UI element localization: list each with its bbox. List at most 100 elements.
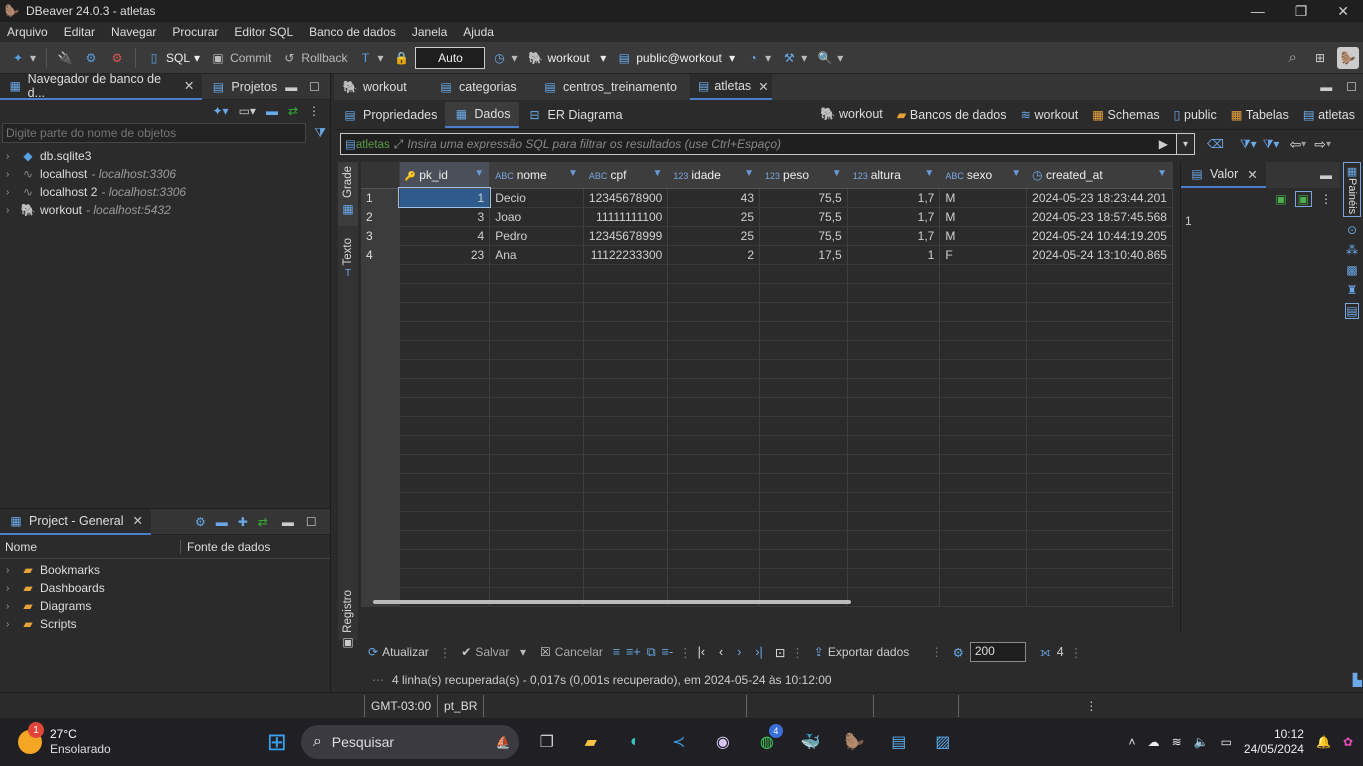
table-cell[interactable]: 2024-05-23 18:23:44.201 [1026, 188, 1173, 208]
whatsapp-icon[interactable]: ◍ 4 [753, 724, 783, 756]
minimize-editor-icon[interactable]: ▬ [1320, 80, 1332, 94]
add-row-icon[interactable]: ≡+ [626, 645, 641, 659]
tab-categorias[interactable]: ▤ categorias [430, 74, 534, 100]
copilot-icon[interactable]: ✿ [1343, 735, 1353, 749]
save-button[interactable]: ✔ Salvar ▾ [457, 640, 530, 664]
table-cell[interactable]: Pedro [489, 226, 584, 246]
filter-history[interactable]: ▾ [1177, 133, 1195, 155]
collapse-all-icon[interactable]: ▬ [266, 104, 278, 118]
notification-bell-icon[interactable]: 🔔 [1316, 735, 1331, 749]
breadcrumb-public[interactable]: ▯ public [1174, 107, 1217, 122]
tab-project-general[interactable]: ▦ Project - General ✕ [0, 508, 151, 535]
menu-banco-de-dados[interactable]: Banco de dados [309, 25, 396, 39]
copy-row-icon[interactable]: ⧉ [647, 645, 656, 660]
github-icon[interactable]: ◉ [709, 728, 737, 756]
vscode-icon[interactable]: ≺ [665, 728, 693, 756]
filter-settings-icon[interactable]: ⧩▾ [1240, 137, 1257, 152]
export-button[interactable]: ⇪ Exportar dados ⋮ [810, 640, 947, 664]
close-project-icon[interactable]: ✕ [132, 513, 142, 528]
table-row[interactable]: 3 4 Pedro 12345678999 25 75,5 1,7 M 2024-05-24 1… [361, 226, 1173, 246]
breadcrumb-schemas[interactable]: ▦ Schemas [1092, 107, 1159, 122]
tab-atletas[interactable]: ▤ atletas ✕ [690, 74, 772, 100]
close-value-icon[interactable]: ✕ [1247, 167, 1257, 182]
first-page-icon[interactable]: |‹ [698, 645, 705, 659]
taskbar-search[interactable]: ⌕ Pesquisar ⛵ [300, 725, 519, 759]
panel-settings-icon[interactable]: ⊙ [1347, 223, 1357, 237]
column-created-at[interactable]: ◷ created_at ▼ [1026, 162, 1173, 189]
table-cell[interactable]: 75,5 [759, 226, 848, 246]
filter-box[interactable]: ▤atletas ⤢ Insira uma expressão SQL para… [340, 133, 1177, 155]
transaction-mode-icon[interactable]: T ▾ [353, 46, 387, 70]
last-page-icon[interactable]: ›| [755, 645, 762, 659]
table-cell[interactable]: 2024-05-23 18:57:45.568 [1026, 207, 1173, 227]
value-menu-icon[interactable]: ⋮ [1320, 192, 1332, 206]
edge-icon[interactable]: ◐ [621, 728, 649, 756]
menu-editar[interactable]: Editar [64, 25, 95, 39]
notepad-icon[interactable]: ▤ [885, 728, 913, 756]
statusbar-menu-icon[interactable]: ⋮ [1085, 699, 1097, 713]
chevron-up-icon[interactable]: ˄ [1129, 735, 1136, 749]
column-nome[interactable]: Nome [0, 539, 181, 554]
table-row[interactable]: 1 1 Decio 12345678900 43 75,5 1,7 M 2024-05-23 1… [361, 187, 1173, 208]
table-cell[interactable]: M [939, 188, 1028, 208]
breadcrumb-bancos-de-dados[interactable]: ▰ Bancos de dados [897, 107, 1007, 122]
active-schema-selector[interactable]: ▤ public@workout ▾ [612, 46, 739, 70]
tab-propriedades[interactable]: ▤ Propriedades [334, 102, 445, 128]
filter-icon[interactable]: ⧩ [314, 125, 326, 141]
column-cpf[interactable]: ABC cpf ▼ [583, 162, 669, 189]
value-content[interactable]: 1 [1181, 210, 1340, 232]
volume-icon[interactable]: 🔈 [1194, 735, 1209, 749]
windows-start-icon[interactable]: ⊞ [267, 728, 287, 757]
filter-funnel-icon[interactable]: ⧩▾ [1263, 137, 1280, 152]
new-folder-icon[interactable]: ▭▾ [239, 104, 256, 118]
table-cell[interactable]: 1,7 [847, 188, 941, 208]
table-cell[interactable]: M [939, 207, 1028, 227]
table-cell[interactable]: Ana [489, 245, 584, 265]
forward-icon[interactable]: ⇨ [1314, 136, 1326, 153]
panel-layout-icon[interactable]: ▤ [1345, 303, 1359, 320]
maximize-panel-icon[interactable]: ☐ [309, 80, 320, 94]
filter-input[interactable]: Insira uma expressão SQL para filtrar os… [407, 137, 1158, 151]
save-to-file-icon[interactable]: ▣ [1294, 191, 1312, 207]
column-fonte-de-dados[interactable]: Fonte de dados [181, 540, 270, 554]
search-tool-icon[interactable]: 🔍 ▾ [813, 46, 847, 70]
table-row[interactable]: 4 23 Ana 11122233300 2 17,5 1 F 2024-05-24 13:10… [361, 245, 1173, 265]
global-search-icon[interactable]: ⌕ [1289, 49, 1297, 66]
breadcrumb-atletas[interactable]: ▤ atletas [1303, 107, 1355, 122]
expand-icon[interactable]: ✚ [238, 515, 248, 529]
column-sexo[interactable]: ABC sexo ▼ [939, 162, 1028, 189]
tree-item-scripts[interactable]: › ▰ Scripts [0, 615, 330, 633]
tree-item-workout[interactable]: › 🐘 workout - localhost:5432 [0, 201, 330, 219]
restore-icon[interactable]: ❐ [1295, 3, 1308, 20]
table-cell[interactable]: 25 [667, 207, 760, 227]
row-count-icon[interactable]: ⟗ [1040, 645, 1051, 660]
tree-item-diagrams[interactable]: › ▰ Diagrams [0, 597, 330, 615]
dbeaver-perspective-icon[interactable]: 🦫 [1337, 46, 1359, 69]
configure-icon[interactable]: ⚙ [195, 515, 206, 529]
minimize-project-icon[interactable]: ▬ [282, 515, 294, 529]
rollback-button[interactable]: ↺ Rollback [277, 46, 351, 70]
minimize-value-icon[interactable]: ▬ [1320, 168, 1332, 182]
table-cell[interactable]: 2 [667, 245, 760, 265]
apply-filter-icon[interactable]: ▶ [1159, 137, 1168, 151]
close-icon[interactable]: ✕ [1337, 3, 1349, 20]
fetch-size-icon[interactable]: ⚙ [953, 645, 964, 660]
breadcrumb-workout-db[interactable]: ≋ workout [1021, 107, 1079, 122]
column-peso[interactable]: 123 peso ▼ [759, 162, 848, 189]
table-cell[interactable]: M [939, 226, 1028, 246]
table-cell[interactable]: 12345678900 [583, 188, 669, 208]
save-value-icon[interactable]: ▣ [1275, 192, 1286, 206]
table-row[interactable]: 2 3 Joao 11111111100 25 75,5 1,7 M 2024-05-23 18… [361, 207, 1173, 227]
battery-icon[interactable]: ▭ [1221, 735, 1232, 749]
column-altura[interactable]: 123 altura ▼ [847, 162, 941, 189]
previous-page-icon[interactable]: ‹ [719, 645, 723, 659]
back-icon[interactable]: ⇦ [1289, 136, 1301, 153]
panel-chess-icon[interactable]: ▩ [1346, 263, 1357, 277]
fetch-size-input[interactable]: 200 [969, 642, 1026, 662]
file-explorer-icon[interactable]: ▰ [577, 728, 605, 756]
table-cell[interactable]: 1,7 [847, 226, 941, 246]
clock[interactable]: 10:12 24/05/2024 [1244, 727, 1304, 757]
edit-row-icon[interactable]: ≡ [613, 645, 620, 659]
table-cell[interactable]: 11111111100 [583, 207, 669, 227]
table-cell[interactable]: 17,5 [759, 245, 848, 265]
